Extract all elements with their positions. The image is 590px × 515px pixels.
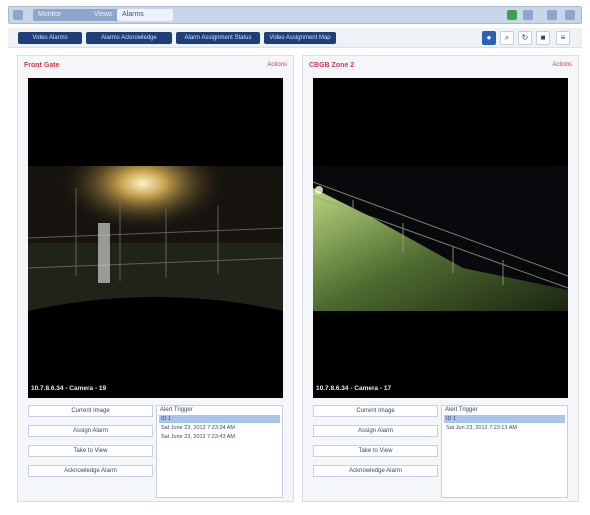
nav-video-alarms[interactable]: Video Alarms	[18, 32, 82, 44]
video-frame-image	[28, 166, 283, 398]
panel-title: Front Gate	[24, 62, 60, 69]
toolbar: Video Alarms Alarms Acknowledge Alarm As…	[8, 28, 582, 48]
camera-video-feed[interactable]: 10.7.8.6.34 - Camera - 17	[313, 78, 568, 398]
window-titlebar: Monitor Views Alarms	[8, 6, 582, 24]
alert-item[interactable]: Sat June 23, 2012 7:23:43 AM	[161, 434, 235, 440]
nav-video-assignment-map[interactable]: Video Assignment Map	[264, 32, 336, 44]
acknowledge-alarm-button[interactable]: Acknowledge Alarm	[313, 465, 438, 477]
window-tab-active[interactable]: Alarms	[117, 9, 173, 21]
take-to-view-button[interactable]: Take to View	[28, 445, 153, 457]
settings-icon[interactable]	[523, 10, 533, 20]
status-indicator-icon	[507, 10, 517, 20]
alert-trigger-list[interactable]: Alert Trigger ID 1 Sat June 23, 2012 7:2…	[156, 405, 283, 498]
selected-alert-row[interactable]: ID 1	[159, 415, 280, 423]
window-tab-2[interactable]: Views	[89, 9, 119, 21]
current-image-button[interactable]: Current Image	[28, 405, 153, 417]
panel-actions-link[interactable]: Actions	[267, 62, 287, 68]
alert-item: ID 1	[446, 416, 457, 422]
camera-panel-front-gate: Front Gate Actions 10.7.8.6.34 - Camera …	[17, 55, 294, 502]
video-frame-image	[313, 166, 568, 311]
alert-trigger-list[interactable]: Alert Trigger ID 1 Sat Jun 23, 2012 7:23…	[441, 405, 568, 498]
search-icon[interactable]: ⌕	[500, 31, 514, 45]
camera-panel-cbgb-zone-2: CBGB Zone 2 Actions 10.7.8.6.34 - Camera…	[302, 55, 579, 502]
acknowledge-alarm-button[interactable]: Acknowledge Alarm	[28, 465, 153, 477]
alerts-label: Alert Trigger	[445, 407, 478, 413]
menu-icon[interactable]: ≡	[556, 31, 570, 45]
camera-icon[interactable]: ■	[536, 31, 550, 45]
current-image-button[interactable]: Current Image	[313, 405, 438, 417]
assign-alarm-button[interactable]: Assign Alarm	[313, 425, 438, 437]
app-menu-icon[interactable]	[13, 10, 23, 20]
alert-item[interactable]: Sat Jun 23, 2012 7:23:13 AM	[446, 425, 517, 431]
close-icon[interactable]	[565, 10, 575, 20]
assign-alarm-button[interactable]: Assign Alarm	[28, 425, 153, 437]
window-tab-1[interactable]: Monitor	[33, 9, 93, 21]
alert-item: ID 1	[161, 416, 172, 422]
nav-alarm-assignment-status[interactable]: Alarm Assignment Status	[176, 32, 260, 44]
take-to-view-button[interactable]: Take to View	[313, 445, 438, 457]
selected-alert-row[interactable]: ID 1	[444, 415, 565, 423]
camera-label: 10.7.8.6.34 - Camera - 19	[31, 385, 107, 392]
alert-item[interactable]: Sat June 23, 2012 7:23:34 AM	[161, 425, 235, 431]
camera-label: 10.7.8.6.34 - Camera - 17	[316, 385, 392, 392]
refresh-icon[interactable]: ↻	[518, 31, 532, 45]
camera-video-feed[interactable]: 10.7.8.6.34 - Camera - 19	[28, 78, 283, 398]
minimize-icon[interactable]	[547, 10, 557, 20]
alerts-label: Alert Trigger	[160, 407, 193, 413]
nav-alarms-acknowledge[interactable]: Alarms Acknowledge	[86, 32, 172, 44]
user-icon[interactable]: ●	[482, 31, 496, 45]
panel-actions-link[interactable]: Actions	[552, 62, 572, 68]
panel-title: CBGB Zone 2	[309, 62, 355, 69]
